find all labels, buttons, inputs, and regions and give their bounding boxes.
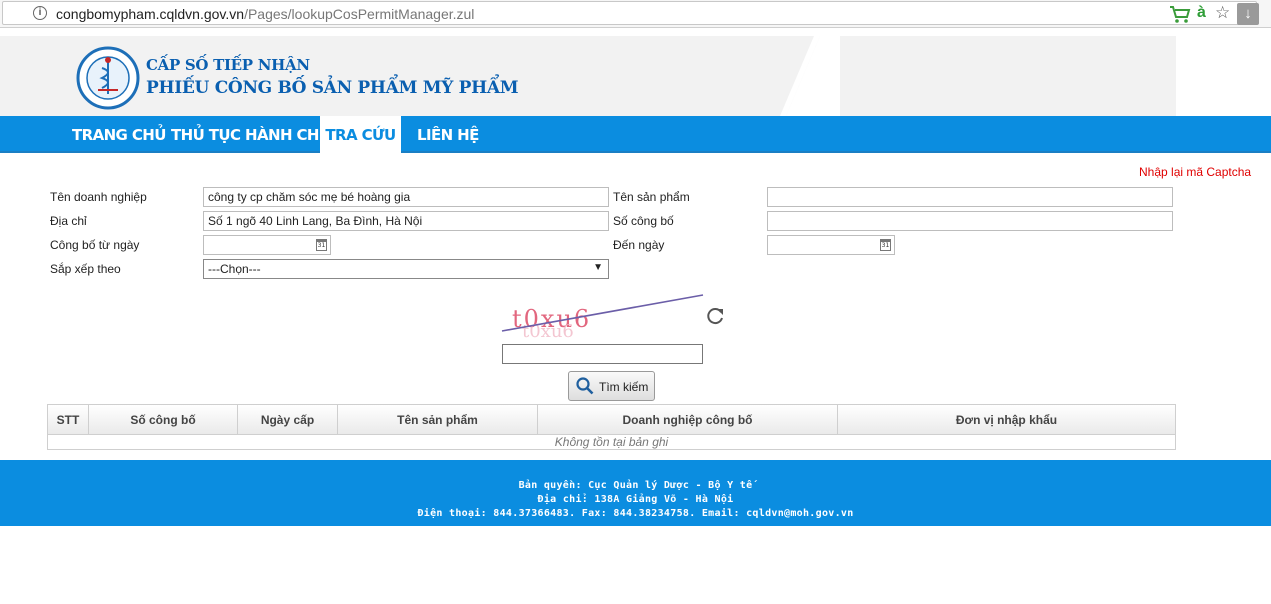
header-decorative-stripe (780, 36, 840, 116)
browser-toolbar: i congbomypham.cqldvn.gov.vn/Pages/looku… (0, 0, 1271, 28)
captcha-image: t0xu6 t0xu6 (501, 294, 704, 342)
sort-by-label: Sắp xếp theo (50, 262, 121, 276)
calendar-icon[interactable]: 31 (880, 239, 891, 251)
site-header: CẤP SỐ TIẾP NHẬN PHIẾU CÔNG BỐ SẢN PHẨM … (0, 36, 1271, 116)
product-name-label: Tên sản phẩm (613, 190, 690, 204)
ministry-seal-logo[interactable] (76, 46, 140, 110)
url-text[interactable]: congbomypham.cqldvn.gov.vn/Pages/lookupC… (56, 6, 474, 22)
url-path: /Pages/lookupCosPermitManager.zul (244, 6, 475, 22)
sort-by-value: ---Chọn--- (208, 262, 261, 276)
from-date-input[interactable]: 31 (203, 235, 331, 255)
captcha-input[interactable] (502, 344, 703, 364)
site-footer: Bản quyền: Cục Quản lý Dược - Bộ Y tế Đị… (0, 460, 1271, 526)
search-button-label: Tìm kiếm (599, 380, 649, 394)
product-name-input[interactable] (767, 187, 1173, 207)
column-header-declaring-company[interactable]: Doanh nghiệp công bố (538, 405, 838, 435)
header-background (0, 36, 1176, 116)
column-header-issue-date[interactable]: Ngày cấp (238, 405, 338, 435)
company-name-input[interactable]: công ty cp chăm sóc mẹ bé hoàng gia (203, 187, 609, 207)
header-title-line1: CẤP SỐ TIẾP NHẬN (146, 56, 310, 74)
footer-contact: Điện thoại: 844.37366483. Fax: 844.38234… (417, 508, 854, 519)
sort-by-select[interactable]: ---Chọn--- ▼ (203, 259, 609, 279)
calendar-icon[interactable]: 31 (316, 239, 327, 251)
main-nav: TRANG CHỦ THỦ TỤC HÀNH CHÍNH TRA CỨU LIÊ… (0, 116, 1271, 153)
site-info-icon[interactable]: i (33, 6, 47, 20)
from-date-label: Công bố từ ngày (50, 238, 140, 252)
address-label: Địa chỉ (50, 214, 87, 228)
nav-lookup[interactable]: TRA CỨU (320, 116, 401, 153)
address-bar[interactable]: i congbomypham.cqldvn.gov.vn/Pages/looku… (2, 1, 1259, 25)
search-button[interactable]: Tìm kiếm (568, 371, 655, 401)
column-header-importer[interactable]: Đơn vị nhập khẩu (838, 405, 1175, 435)
permit-number-input[interactable] (767, 211, 1173, 231)
shopping-cart-extension-icon[interactable] (1169, 4, 1191, 24)
nav-contact[interactable]: LIÊN HỆ (417, 116, 479, 151)
bookmark-star-icon[interactable]: ☆ (1215, 3, 1230, 23)
header-title-line2: PHIẾU CÔNG BỐ SẢN PHẨM MỸ PHẨM (146, 78, 519, 98)
company-name-label: Tên doanh nghiệp (50, 190, 147, 204)
translate-extension-icon[interactable]: à (1197, 4, 1206, 22)
permit-number-label: Số công bố (613, 214, 674, 228)
captcha-noise-text: t0xu6 (522, 321, 574, 342)
footer-address: Địa chỉ: 138A Giảng Võ - Hà Nội (537, 494, 734, 505)
download-icon[interactable]: ↓ (1237, 3, 1259, 25)
table-header: STT Số công bố Ngày cấp Tên sản phẩm Doa… (48, 405, 1175, 435)
column-header-stt[interactable]: STT (48, 405, 89, 435)
footer-copyright: Bản quyền: Cục Quản lý Dược - Bộ Y tế (518, 480, 753, 491)
search-icon (576, 377, 594, 395)
to-date-input[interactable]: 31 (767, 235, 895, 255)
refresh-captcha-icon[interactable] (704, 305, 726, 327)
results-table: STT Số công bố Ngày cấp Tên sản phẩm Doa… (47, 404, 1176, 450)
to-date-label: Đến ngày (613, 238, 665, 252)
dropdown-arrow-icon: ▼ (593, 262, 603, 273)
reload-captcha-link[interactable]: Nhập lại mã Captcha (1139, 165, 1251, 179)
empty-results-message: Không tồn tại bản ghi (554, 435, 669, 449)
address-input[interactable]: Số 1 ngõ 40 Linh Lang, Ba Đình, Hà Nội (203, 211, 609, 231)
nav-home[interactable]: TRANG CHỦ (72, 116, 166, 151)
url-host: congbomypham.cqldvn.gov.vn (56, 6, 245, 22)
column-header-product-name[interactable]: Tên sản phẩm (338, 405, 538, 435)
column-header-permit-number[interactable]: Số công bố (89, 405, 238, 435)
